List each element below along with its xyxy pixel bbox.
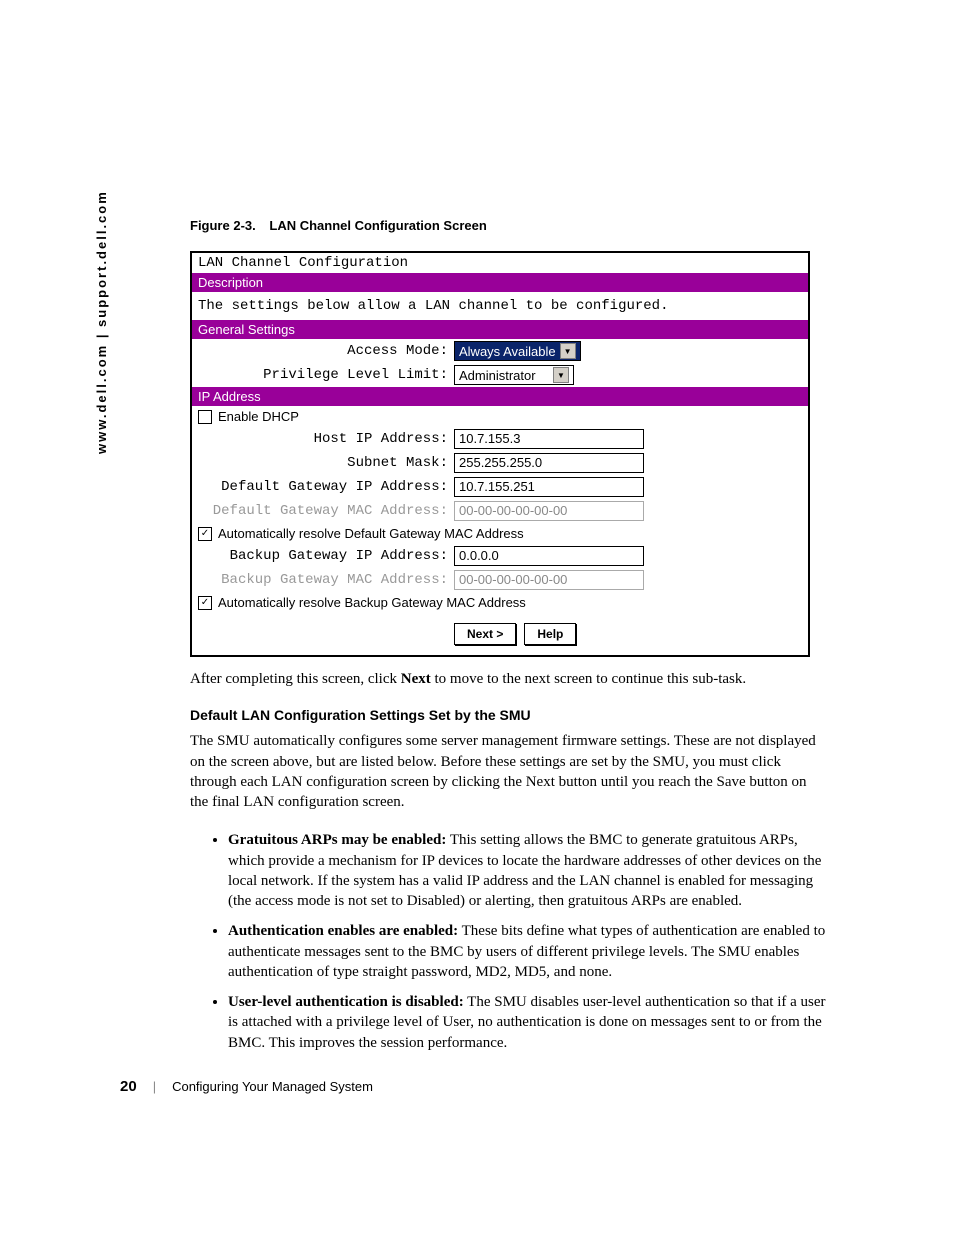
side-url-text: www.dell.com | support.dell.com: [94, 190, 109, 454]
general-settings-header: General Settings: [192, 320, 808, 339]
help-button[interactable]: Help: [524, 623, 576, 645]
page-footer: 20 | Configuring Your Managed System: [120, 1078, 373, 1095]
default-gw-ip-label: Default Gateway IP Address:: [198, 479, 454, 495]
auto-backup-gw-checkbox[interactable]: ✓: [198, 596, 212, 610]
subnet-mask-label: Subnet Mask:: [198, 455, 454, 471]
access-mode-select[interactable]: Always Available ▼: [454, 341, 581, 361]
list-item: Authentication enables are enabled: Thes…: [228, 921, 828, 982]
enable-dhcp-label: Enable DHCP: [218, 409, 299, 424]
ip-address-header: IP Address: [192, 387, 808, 406]
bullet-bold: Gratuitous ARPs may be enabled:: [228, 832, 446, 848]
subnet-mask-input[interactable]: 255.255.255.0: [454, 453, 644, 473]
next-button[interactable]: Next >: [454, 623, 516, 645]
backup-gw-mac-input: 00-00-00-00-00-00: [454, 570, 644, 590]
host-ip-input[interactable]: 10.7.155.3: [454, 429, 644, 449]
default-gw-mac-input: 00-00-00-00-00-00: [454, 501, 644, 521]
auto-backup-gw-label: Automatically resolve Backup Gateway MAC…: [218, 595, 526, 610]
enable-dhcp-checkbox[interactable]: [198, 410, 212, 424]
lan-config-screenshot: LAN Channel Configuration Description Th…: [190, 251, 810, 657]
backup-gw-ip-input[interactable]: 0.0.0.0: [454, 546, 644, 566]
figure-caption-text: LAN Channel Configuration Screen: [269, 218, 486, 233]
chevron-down-icon[interactable]: ▼: [553, 367, 569, 383]
default-gw-mac-label: Default Gateway MAC Address:: [198, 503, 454, 519]
smu-intro-paragraph: The SMU automatically configures some se…: [190, 731, 826, 812]
list-item: User-level authentication is disabled: T…: [228, 992, 828, 1053]
figure-label: Figure 2-3.: [190, 218, 256, 233]
text-span: After completing this screen, click: [190, 671, 401, 687]
auto-default-gw-label: Automatically resolve Default Gateway MA…: [218, 526, 524, 541]
default-gw-ip-input[interactable]: 10.7.155.251: [454, 477, 644, 497]
list-item: Gratuitous ARPs may be enabled: This set…: [228, 830, 828, 911]
text-span: to move to the next screen to continue t…: [431, 671, 746, 687]
figure-caption: Figure 2-3. LAN Channel Configuration Sc…: [190, 218, 830, 233]
host-ip-label: Host IP Address:: [198, 431, 454, 447]
default-lan-subheading: Default LAN Configuration Settings Set b…: [190, 707, 830, 723]
auto-default-gw-checkbox[interactable]: ✓: [198, 527, 212, 541]
bullet-list: Gratuitous ARPs may be enabled: This set…: [190, 830, 828, 1053]
bullet-bold: Authentication enables are enabled:: [228, 923, 458, 939]
backup-gw-ip-label: Backup Gateway IP Address:: [198, 548, 454, 564]
after-screen-paragraph: After completing this screen, click Next…: [190, 669, 826, 689]
description-header: Description: [192, 273, 808, 292]
priv-limit-select[interactable]: Administrator ▼: [454, 365, 574, 385]
next-bold-text: Next: [401, 671, 431, 687]
access-mode-label: Access Mode:: [198, 343, 454, 359]
backup-gw-mac-label: Backup Gateway MAC Address:: [198, 572, 454, 588]
description-text: The settings below allow a LAN channel t…: [192, 292, 808, 320]
window-title: LAN Channel Configuration: [192, 253, 808, 273]
footer-separator: |: [153, 1079, 156, 1094]
priv-limit-label: Privilege Level Limit:: [198, 367, 454, 383]
page-number: 20: [120, 1078, 137, 1095]
bullet-bold: User-level authentication is disabled:: [228, 994, 464, 1010]
priv-limit-value: Administrator: [459, 368, 536, 383]
chevron-down-icon[interactable]: ▼: [560, 343, 576, 359]
footer-section-title: Configuring Your Managed System: [172, 1079, 373, 1094]
access-mode-value: Always Available: [459, 344, 556, 359]
